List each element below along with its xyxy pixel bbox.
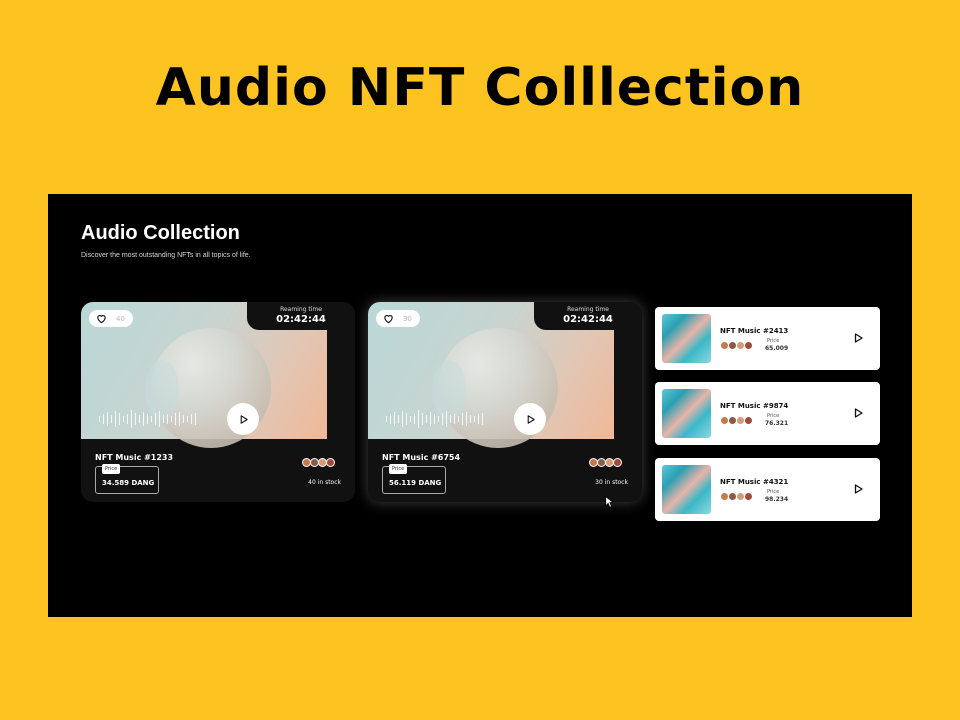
play-icon[interactable] bbox=[852, 332, 864, 344]
item-thumbnail bbox=[662, 465, 711, 514]
owner-avatars bbox=[720, 492, 753, 501]
play-button[interactable] bbox=[227, 403, 259, 435]
price-label: Price bbox=[102, 464, 121, 474]
item-title: NFT Music #4321 bbox=[720, 478, 789, 486]
app-screenshot: Audio Collection Discover the most outst… bbox=[48, 194, 912, 617]
price-value: 34.589 DANG bbox=[102, 479, 155, 487]
owner-avatars bbox=[589, 458, 622, 467]
owner-avatars bbox=[720, 341, 753, 350]
slide-title: Audio NFT Colllection bbox=[155, 58, 805, 118]
price-label: Price bbox=[767, 489, 780, 495]
play-button[interactable] bbox=[514, 403, 546, 435]
like-button[interactable]: 40 bbox=[89, 310, 133, 327]
waveform bbox=[386, 410, 483, 428]
price-value: 98.234 bbox=[765, 496, 789, 503]
heart-icon bbox=[384, 314, 393, 324]
price-value: 65.009 bbox=[765, 345, 789, 352]
item-thumbnail bbox=[662, 389, 711, 438]
waveform bbox=[99, 410, 196, 428]
stock-count: 40 in stock bbox=[308, 479, 341, 486]
like-button[interactable]: 30 bbox=[376, 310, 420, 327]
page-title: Audio Collection bbox=[81, 222, 240, 244]
nft-card-1[interactable]: Reaming time 02:42:44 40 NFT Music #1233… bbox=[81, 302, 355, 502]
price-label: Price bbox=[389, 464, 408, 474]
remaining-time: Reaming time 02:42:44 bbox=[534, 302, 642, 330]
side-list-item[interactable]: NFT Music #9874 Price 76.321 bbox=[655, 382, 880, 445]
price-label: Price bbox=[767, 338, 780, 344]
like-count: 40 bbox=[116, 314, 125, 323]
side-list-item[interactable]: NFT Music #2413 Price 65.009 bbox=[655, 307, 880, 370]
play-icon[interactable] bbox=[852, 407, 864, 419]
heart-icon bbox=[97, 314, 106, 324]
play-icon bbox=[240, 414, 248, 424]
side-list-item[interactable]: NFT Music #4321 Price 98.234 bbox=[655, 458, 880, 521]
play-icon[interactable] bbox=[852, 483, 864, 495]
item-title: NFT Music #9874 bbox=[720, 402, 789, 410]
price-box: Price 34.589 DANG bbox=[95, 464, 159, 494]
card-title: NFT Music #6754 bbox=[382, 453, 461, 462]
item-thumbnail bbox=[662, 314, 711, 363]
card-title: NFT Music #1233 bbox=[95, 453, 174, 462]
like-count: 30 bbox=[403, 314, 412, 323]
stock-count: 30 in stock bbox=[595, 479, 628, 486]
remaining-time: Reaming time 02:42:44 bbox=[247, 302, 355, 330]
item-title: NFT Music #2413 bbox=[720, 327, 789, 335]
mouse-cursor-icon bbox=[605, 496, 613, 508]
play-icon bbox=[527, 414, 535, 424]
price-box: Price 56.119 DANG bbox=[382, 464, 446, 494]
owner-avatars bbox=[302, 458, 335, 467]
price-value: 76.321 bbox=[765, 420, 789, 427]
price-label: Price bbox=[767, 413, 780, 419]
nft-card-2[interactable]: Reaming time 02:42:44 30 NFT Music #6754… bbox=[368, 302, 642, 502]
owner-avatars bbox=[720, 416, 753, 425]
price-value: 56.119 DANG bbox=[389, 479, 442, 487]
page-subtitle: Discover the most outstanding NFTs in al… bbox=[81, 252, 251, 259]
